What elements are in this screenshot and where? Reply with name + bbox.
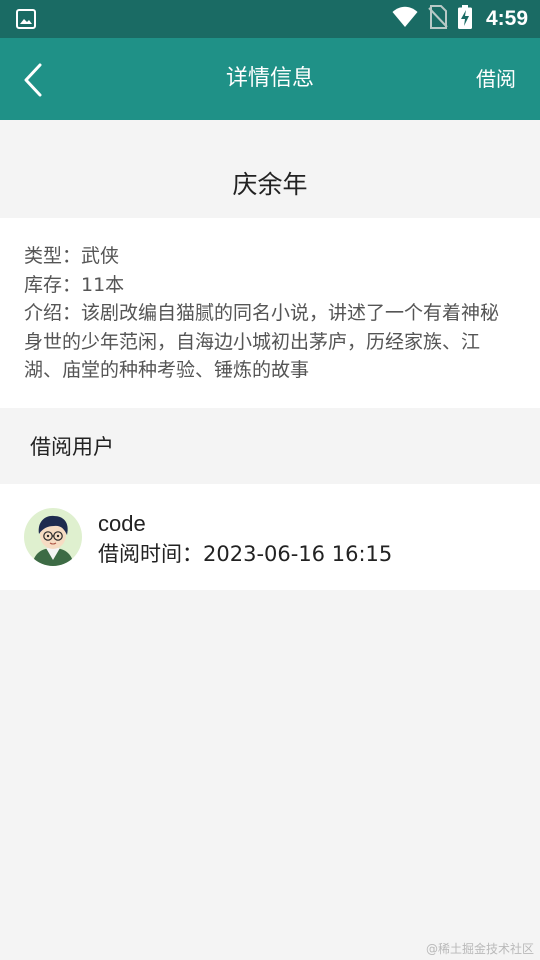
wifi-icon xyxy=(392,6,418,32)
status-bar: 4:59 xyxy=(0,0,540,38)
book-title: 庆余年 xyxy=(232,170,308,199)
avatar-icon xyxy=(24,508,82,566)
page-title: 详情信息 xyxy=(225,66,314,91)
borrowers-section-title: 借阅用户 xyxy=(30,435,114,459)
gallery-icon xyxy=(16,9,36,33)
book-stock: 库存：11本 xyxy=(24,273,125,296)
book-intro: 介绍：该剧改编自猫腻的同名小说，讲述了一个有着神秘身世的少年范闲，自海边小城初出… xyxy=(24,302,500,381)
book-info-card: 类型：武侠 库存：11本 介绍：该剧改编自猫腻的同名小说，讲述了一个有着神秘身世… xyxy=(0,218,540,408)
borrower-name: code xyxy=(98,511,146,536)
borrow-time: 借阅时间：2023-06-16 16:15 xyxy=(98,542,393,566)
book-type: 类型：武侠 xyxy=(24,245,120,267)
battery-charging-icon xyxy=(457,5,472,33)
watermark: @稀土掘金技术社区 xyxy=(425,942,534,956)
no-sim-icon xyxy=(428,5,448,33)
app-bar: 详情信息 借阅 xyxy=(0,38,540,120)
borrow-button[interactable]: 借阅 xyxy=(476,38,516,120)
list-item[interactable]: code 借阅时间：2023-06-16 16:15 xyxy=(0,484,540,590)
status-time: 4:59 xyxy=(485,7,528,30)
